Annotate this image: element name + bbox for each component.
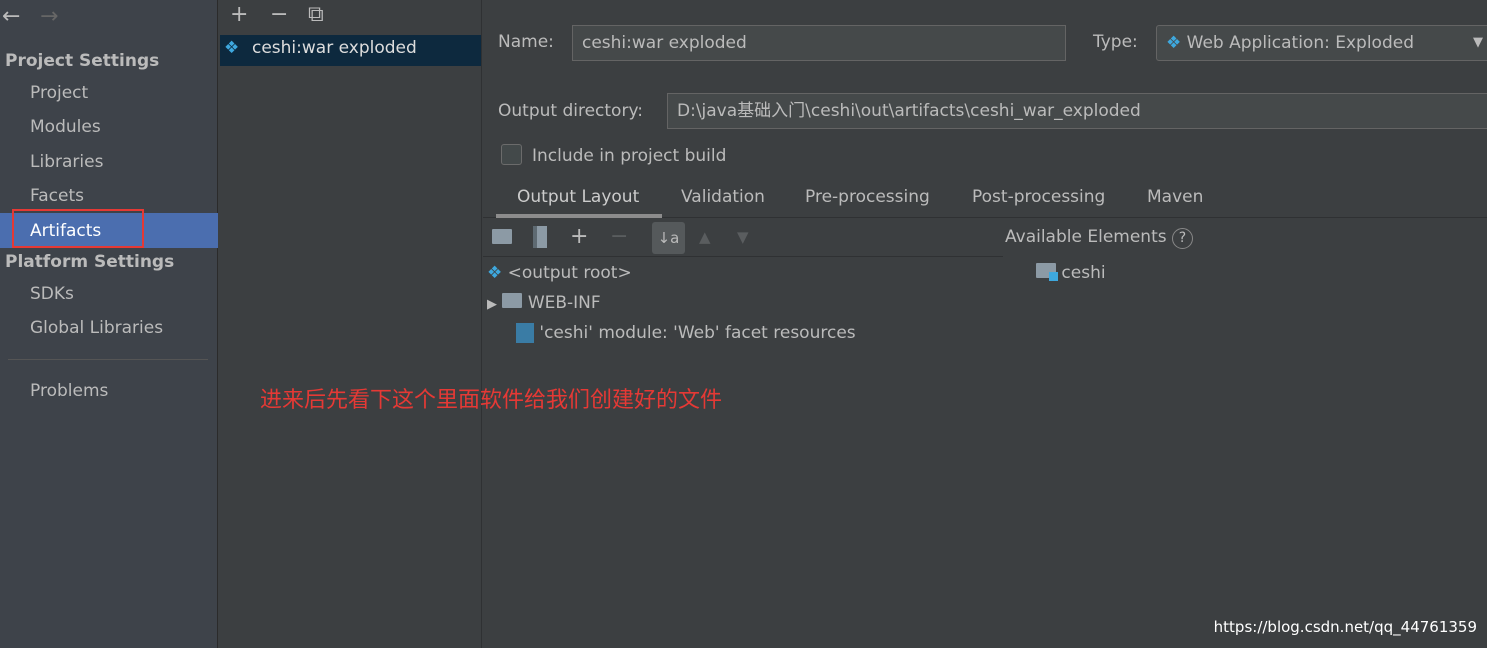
- type-select[interactable]: ❖ Web Application: Exploded ▼: [1156, 25, 1487, 61]
- tab-output-layout[interactable]: Output Layout: [517, 187, 639, 207]
- archive-icon[interactable]: [533, 226, 547, 248]
- available-elements-label: Available Elements: [1005, 227, 1167, 247]
- back-button[interactable]: ←: [2, 4, 20, 29]
- add-element-icon[interactable]: +: [570, 224, 588, 249]
- artifact-list-item[interactable]: ❖ ceshi:war exploded: [220, 35, 481, 66]
- sidebar-item-libraries[interactable]: Libraries: [30, 152, 103, 172]
- forward-button[interactable]: →: [40, 4, 58, 29]
- name-input[interactable]: ceshi:war exploded: [572, 25, 1066, 61]
- web-app-icon: ❖: [224, 38, 240, 58]
- sidebar-item-facets[interactable]: Facets: [30, 186, 84, 206]
- folder-icon: [502, 293, 523, 308]
- name-label: Name:: [498, 32, 554, 52]
- chevron-down-icon: ▼: [1473, 35, 1483, 50]
- tree-item-web-facet[interactable]: 'ceshi' module: 'Web' facet resources: [516, 323, 856, 343]
- help-icon[interactable]: ?: [1172, 228, 1193, 249]
- tab-post-processing[interactable]: Post-processing: [972, 187, 1105, 207]
- divider: [8, 359, 208, 360]
- remove-element-icon[interactable]: −: [610, 224, 628, 249]
- copy-artifact-button[interactable]: ⧉: [308, 2, 324, 27]
- type-value: Web Application: Exploded: [1186, 33, 1414, 53]
- artifact-list-panel: [219, 0, 482, 648]
- sidebar-item-project[interactable]: Project: [30, 83, 88, 103]
- web-app-icon: ❖: [1166, 33, 1182, 53]
- annotation-text: 进来后先看下这个里面软件给我们创建好的文件: [260, 388, 723, 413]
- sort-alpha-icon[interactable]: ↓a: [652, 222, 685, 254]
- tree-item-web-inf[interactable]: ▶ WEB-INF: [487, 293, 601, 313]
- tree-item-output-root[interactable]: ❖ <output root>: [487, 263, 632, 283]
- move-down-icon[interactable]: ▼: [737, 228, 749, 246]
- move-up-icon[interactable]: ▲: [699, 228, 711, 246]
- tree-item-label: WEB-INF: [527, 293, 601, 313]
- artifact-name: ceshi:war exploded: [252, 38, 417, 58]
- sidebar-item-sdks[interactable]: SDKs: [30, 284, 74, 304]
- sidebar-item-problems[interactable]: Problems: [30, 381, 108, 401]
- available-elements-title: Available Elements ?: [1005, 227, 1193, 249]
- output-directory-label: Output directory:: [498, 101, 643, 121]
- watermark: https://blog.csdn.net/qq_44761359: [1213, 618, 1477, 636]
- available-item-label: ceshi: [1061, 263, 1106, 283]
- include-label: Include in project build: [532, 146, 727, 166]
- include-checkbox[interactable]: [501, 144, 522, 165]
- tab-pre-processing[interactable]: Pre-processing: [805, 187, 930, 207]
- tab-validation[interactable]: Validation: [681, 187, 765, 207]
- highlight-box: [12, 209, 144, 248]
- new-directory-icon[interactable]: [492, 229, 512, 249]
- tree-item-label: 'ceshi' module: 'Web' facet resources: [539, 323, 856, 343]
- sidebar-item-modules[interactable]: Modules: [30, 117, 101, 137]
- tab-maven[interactable]: Maven: [1147, 187, 1203, 207]
- remove-artifact-button[interactable]: −: [270, 2, 288, 27]
- available-item-ceshi[interactable]: ceshi: [1036, 263, 1106, 283]
- sidebar-item-global-libraries[interactable]: Global Libraries: [30, 318, 163, 338]
- expand-arrow-icon[interactable]: ▶: [487, 297, 497, 312]
- type-label: Type:: [1093, 32, 1138, 52]
- toolbar-divider: [483, 256, 1003, 257]
- module-folder-icon: [1036, 263, 1058, 281]
- tree-item-label: <output root>: [507, 263, 632, 283]
- platform-settings-heading: Platform Settings: [5, 252, 175, 272]
- artifact-icon: ❖: [487, 263, 503, 283]
- active-tab-indicator: [496, 214, 662, 218]
- add-artifact-button[interactable]: +: [230, 2, 248, 27]
- project-settings-heading: Project Settings: [5, 51, 160, 71]
- output-directory-input[interactable]: D:\java基础入门\ceshi\out\artifacts\ceshi_wa…: [667, 93, 1487, 129]
- web-facet-icon: [516, 323, 534, 343]
